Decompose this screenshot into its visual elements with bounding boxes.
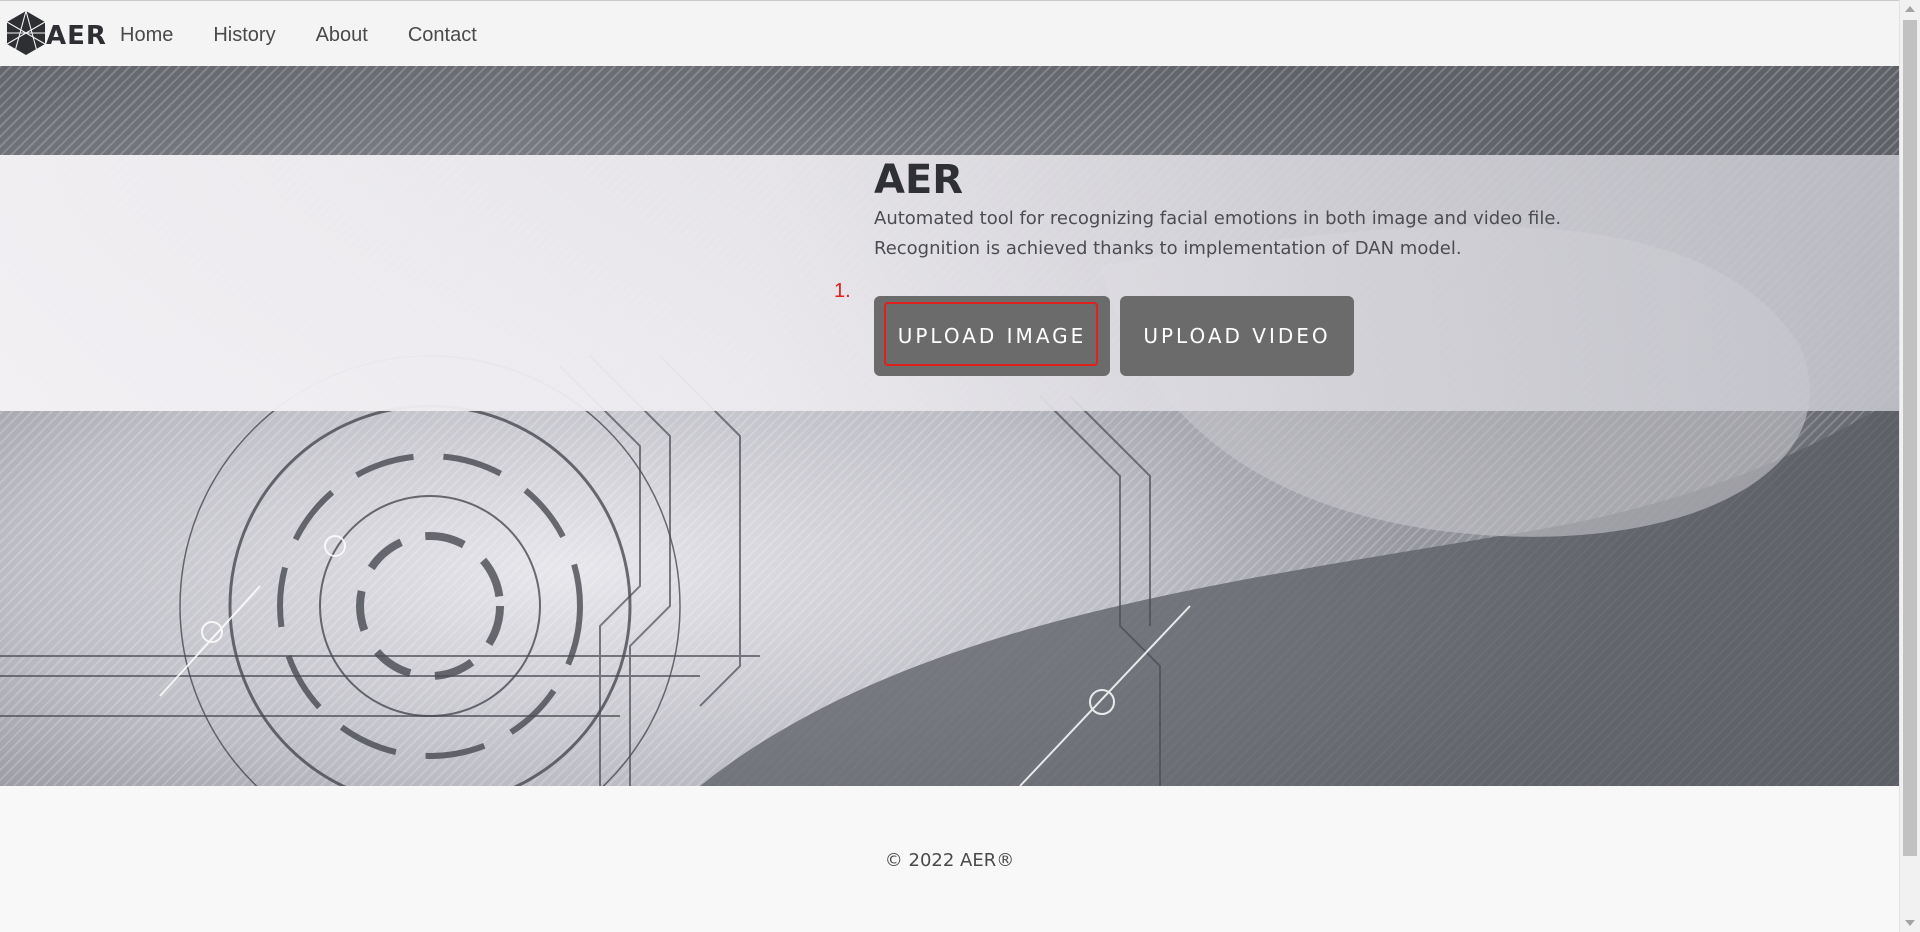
page: AER Home History About Contact AER Autom… [0,0,1920,932]
main-nav: Home History About Contact [100,1,517,69]
footer: © 2022 AER® [0,786,1899,932]
copyright-text: © 2022 AER® [884,850,1015,871]
scroll-down-icon[interactable] [1905,920,1915,926]
upload-buttons: UPLOAD IMAGE UPLOAD VIDEO [874,296,1364,376]
vertical-scrollbar[interactable] [1899,0,1920,932]
brand-link[interactable]: AER [4,5,107,61]
nav-home[interactable]: Home [120,24,173,47]
hero-section: AER Automated tool for recognizing facia… [0,66,1899,786]
hero-title: AER [874,157,964,203]
brand-name: AER [46,21,107,51]
upload-video-button[interactable]: UPLOAD VIDEO [1120,296,1354,376]
hexagon-logo-icon [6,10,46,56]
nav-history[interactable]: History [213,24,275,47]
top-navbar: AER Home History About Contact [0,0,1899,66]
step-marker: 1. [834,280,851,302]
hero-description-line2: Recognition is achieved thanks to implem… [874,238,1462,259]
upload-image-button[interactable]: UPLOAD IMAGE [874,296,1110,376]
upload-image-label: UPLOAD IMAGE [897,324,1087,348]
nav-about[interactable]: About [316,24,368,47]
scroll-up-icon[interactable] [1905,6,1915,12]
nav-contact[interactable]: Contact [408,24,477,47]
hero-content: AER Automated tool for recognizing facia… [874,156,1774,264]
hero-description-line1: Automated tool for recognizing facial em… [874,208,1562,229]
upload-video-label: UPLOAD VIDEO [1143,324,1331,348]
scrollbar-thumb[interactable] [1903,20,1917,856]
